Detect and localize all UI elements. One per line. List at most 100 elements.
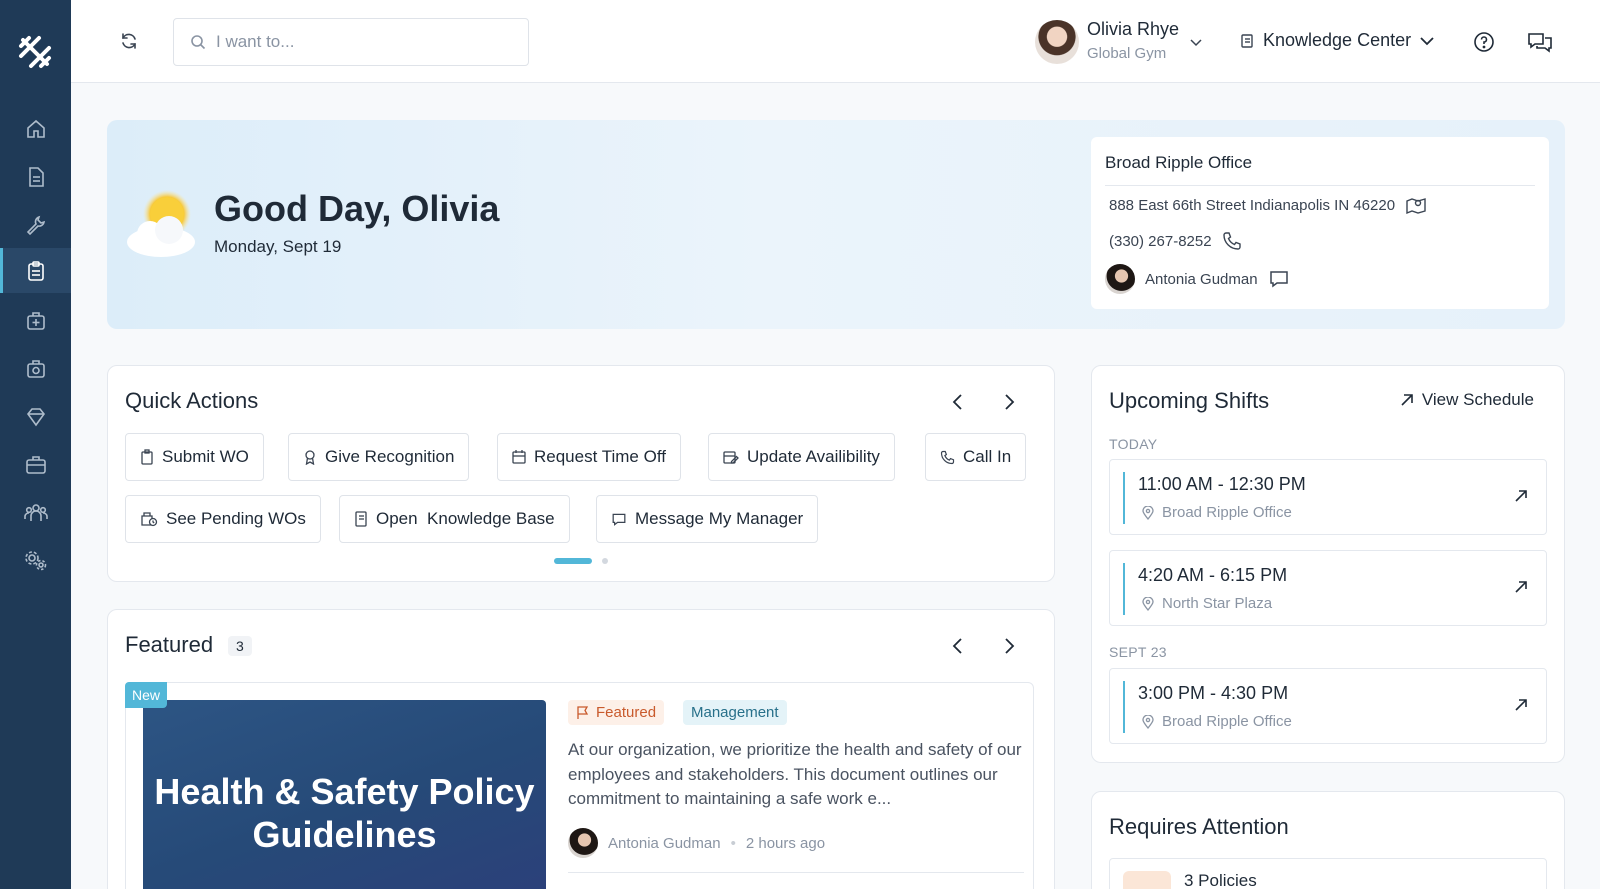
sidebar-item-jobs[interactable] bbox=[0, 442, 71, 487]
shift-accent bbox=[1123, 563, 1125, 615]
message-icon[interactable] bbox=[1268, 269, 1290, 289]
award-icon bbox=[305, 450, 315, 465]
featured-title: Featured bbox=[125, 632, 214, 657]
gem-icon bbox=[26, 407, 45, 426]
sidebar-item-documents[interactable] bbox=[0, 154, 71, 199]
calendar-icon bbox=[512, 450, 526, 464]
shift-item[interactable]: 11:00 AM - 12:30 PM Broad Ripple Office bbox=[1109, 459, 1547, 535]
button-label: Message My Manager bbox=[635, 509, 804, 528]
office-address-row: 888 East 66th Street Indianapolis IN 462… bbox=[1109, 195, 1427, 215]
attention-item[interactable]: 3 Policies bbox=[1109, 858, 1547, 889]
arrow-up-right-icon bbox=[1401, 394, 1413, 406]
chevron-right-icon[interactable] bbox=[1001, 393, 1017, 411]
map-icon[interactable] bbox=[1405, 195, 1427, 215]
button-label: Request Time Off bbox=[534, 447, 666, 466]
pending-icon bbox=[141, 512, 158, 527]
shift-accent bbox=[1123, 681, 1125, 733]
see-pending-wos-button[interactable]: See Pending WOs bbox=[125, 495, 321, 543]
sidebar-item-team[interactable] bbox=[0, 490, 71, 535]
new-badge: New bbox=[125, 682, 168, 708]
featured-image[interactable]: Health & Safety Policy Guidelines bbox=[143, 700, 546, 889]
requires-attention-title: Requires Attention bbox=[1109, 814, 1289, 839]
search-box[interactable] bbox=[173, 18, 529, 66]
featured-article[interactable]: Health & Safety Policy Guidelines Featur… bbox=[125, 682, 1034, 889]
featured-card: Featured 3 New Health & Safety Policy Gu… bbox=[107, 609, 1055, 889]
day-label: SEPT 23 bbox=[1109, 644, 1167, 660]
category-tag: Management bbox=[683, 700, 787, 725]
sidebar-item-settings[interactable] bbox=[0, 538, 71, 583]
sidebar bbox=[0, 0, 71, 889]
arrow-up-right-icon[interactable] bbox=[1514, 698, 1528, 712]
sidebar-item-maintenance[interactable] bbox=[0, 202, 71, 247]
avatar bbox=[1105, 264, 1135, 294]
weather-icon bbox=[125, 190, 195, 260]
shift-time: 4:20 AM - 6:15 PM bbox=[1138, 565, 1288, 585]
arrow-up-right-icon[interactable] bbox=[1514, 580, 1528, 594]
sidebar-item-home[interactable] bbox=[0, 106, 71, 151]
shift-accent bbox=[1123, 472, 1125, 524]
upcoming-shifts-title: Upcoming Shifts bbox=[1109, 388, 1270, 413]
search-icon bbox=[191, 35, 206, 50]
carousel-dot-active[interactable] bbox=[554, 558, 592, 564]
chat-icon[interactable] bbox=[1527, 31, 1553, 53]
shift-item[interactable]: 4:20 AM - 6:15 PM North Star Plaza bbox=[1109, 550, 1547, 626]
clipboard-icon bbox=[27, 260, 44, 281]
chevron-right-icon[interactable] bbox=[1001, 637, 1017, 655]
featured-meta: Antonia Gudman • 2 hours ago bbox=[568, 828, 825, 858]
message-my-manager-button[interactable]: Message My Manager bbox=[596, 495, 819, 543]
location-pin-icon bbox=[1142, 505, 1154, 520]
user-name[interactable]: Olivia Rhye bbox=[1087, 19, 1179, 40]
logo-icon[interactable] bbox=[15, 32, 55, 72]
shift-location: North Star Plaza bbox=[1142, 595, 1272, 612]
shift-item[interactable]: 3:00 PM - 4:30 PM Broad Ripple Office bbox=[1109, 668, 1547, 744]
search-input[interactable] bbox=[216, 32, 506, 52]
featured-author: Antonia Gudman bbox=[608, 834, 721, 852]
office-phone-row: (330) 267-8252 bbox=[1109, 231, 1242, 251]
open-knowledge-base-button[interactable]: Open Knowledge Base bbox=[339, 495, 570, 543]
shift-location-label: North Star Plaza bbox=[1162, 595, 1273, 612]
call-in-button[interactable]: Call In bbox=[925, 433, 1027, 481]
current-date: Monday, Sept 19 bbox=[214, 237, 342, 256]
view-schedule-label: View Schedule bbox=[1421, 390, 1534, 409]
team-icon bbox=[23, 503, 48, 521]
button-label: Submit WO bbox=[162, 447, 249, 466]
chevron-down-icon[interactable] bbox=[1189, 35, 1203, 49]
document-icon bbox=[28, 166, 44, 187]
sidebar-item-medical[interactable] bbox=[0, 346, 71, 391]
carousel-dot[interactable] bbox=[602, 558, 608, 564]
home-icon bbox=[26, 119, 45, 138]
sidebar-item-rewards[interactable] bbox=[0, 394, 71, 439]
help-icon[interactable] bbox=[1473, 31, 1495, 53]
update-availability-button[interactable]: Update Availibility bbox=[708, 433, 895, 481]
arrow-up-right-icon[interactable] bbox=[1514, 489, 1528, 503]
submit-wo-button[interactable]: Submit WO bbox=[125, 433, 264, 481]
office-card: Broad Ripple Office 888 East 66th Street… bbox=[1091, 137, 1549, 309]
chevron-left-icon[interactable] bbox=[950, 637, 966, 655]
office-phone: (330) 267-8252 bbox=[1109, 232, 1212, 250]
day-label: TODAY bbox=[1109, 436, 1158, 452]
message-icon bbox=[612, 513, 626, 526]
divider bbox=[1105, 185, 1535, 186]
refresh-icon[interactable] bbox=[119, 31, 139, 51]
sidebar-item-tasks[interactable] bbox=[0, 248, 71, 293]
shift-location: Broad Ripple Office bbox=[1142, 504, 1292, 521]
request-time-off-button[interactable]: Request Time Off bbox=[497, 433, 681, 481]
sidebar-item-health[interactable] bbox=[0, 298, 71, 343]
office-contact-row: Antonia Gudman bbox=[1105, 264, 1290, 294]
button-label: Give Recognition bbox=[325, 447, 455, 466]
clipboard-icon bbox=[141, 449, 153, 465]
view-schedule-link[interactable]: View Schedule bbox=[1400, 390, 1534, 410]
user-avatar[interactable] bbox=[1035, 20, 1079, 64]
featured-time: 2 hours ago bbox=[745, 834, 826, 852]
policy-icon bbox=[1123, 871, 1171, 889]
quick-actions-title: Quick Actions bbox=[125, 388, 259, 413]
settings-icon bbox=[24, 550, 46, 570]
office-contact: Antonia Gudman bbox=[1145, 270, 1258, 288]
phone-icon[interactable] bbox=[1222, 231, 1242, 251]
chevron-left-icon[interactable] bbox=[950, 393, 966, 411]
give-recognition-button[interactable]: Give Recognition bbox=[288, 433, 470, 481]
flag-icon bbox=[577, 705, 589, 719]
knowledge-center-menu[interactable]: Knowledge Center bbox=[1239, 30, 1435, 51]
knowledge-center-label: Knowledge Center bbox=[1263, 30, 1412, 50]
attention-item-label: 3 Policies bbox=[1184, 871, 1257, 889]
